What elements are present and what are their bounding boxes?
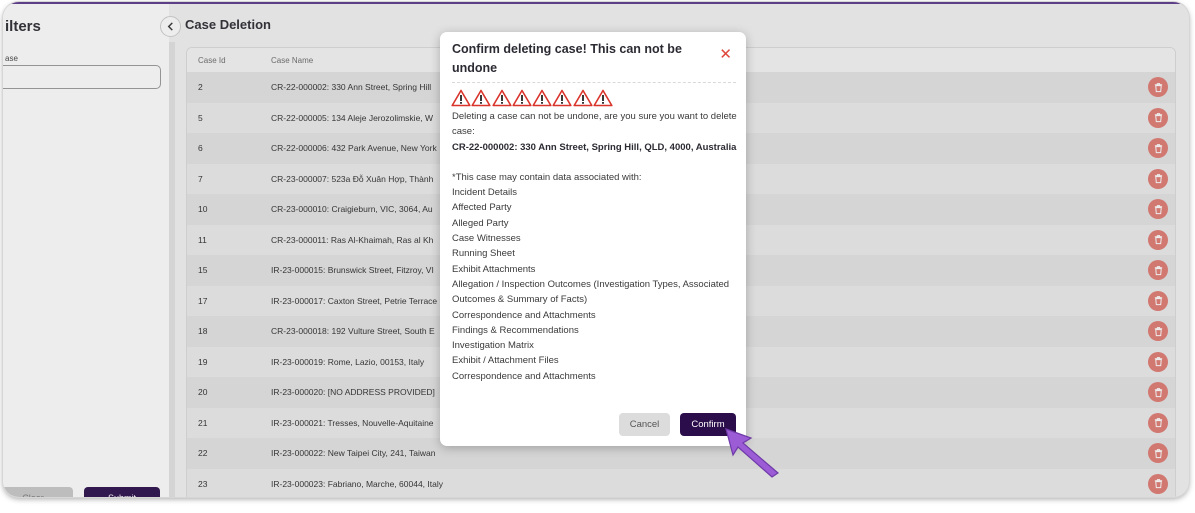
cancel-button[interactable]: Cancel [619, 413, 670, 436]
associated-data-item: Allegation / Inspection Outcomes (Invest… [452, 278, 730, 306]
modal-body: Deleting a case can not be undone, are y… [452, 109, 742, 384]
warning-triangle-icon [512, 89, 532, 107]
associated-data-item: Exhibit / Attachment Files [452, 355, 559, 367]
warning-triangle-icon [573, 89, 593, 107]
warning-triangle-icon [593, 89, 613, 107]
pointer-arrow-icon [723, 426, 781, 483]
warning-triangle-icon [451, 89, 471, 107]
confirm-delete-modal: Confirm deleting case! This can not be u… [440, 32, 746, 446]
associated-data-item: Investigation Matrix [452, 340, 534, 352]
modal-title: Confirm deleting case! This can not be u… [452, 42, 682, 75]
associated-data-item: Correspondence and Attachments [452, 309, 596, 321]
warning-triangle-icon [491, 89, 512, 107]
associated-data-item: Exhibit Attachments [452, 263, 536, 275]
app-window: ilters ase Clear Submit Case Deletion Ca… [3, 2, 1189, 497]
associated-data-item: Incident Details [452, 187, 517, 199]
associated-data-item: Affected Party [452, 202, 512, 214]
associated-data-item: Findings & Recommendations [452, 324, 579, 336]
associated-data-item: Alleged Party [452, 217, 509, 229]
warning-triangle-icon [552, 89, 573, 107]
associated-data-item: Case Witnesses [452, 233, 521, 245]
modal-data-note: *This case may contain data associated w… [452, 171, 642, 183]
modal-intro-text: Deleting a case can not be undone, are y… [452, 111, 737, 138]
warning-triangle-icon [532, 89, 552, 107]
associated-data-item: Running Sheet [452, 248, 515, 260]
modal-spacer [452, 155, 742, 170]
warning-triangle-icon [471, 89, 491, 107]
associated-data-item: Correspondence and Attachments [452, 370, 596, 382]
modal-divider [452, 82, 736, 83]
associated-data-list: Incident Details Affected Party Alleged Pa… [452, 185, 742, 384]
close-icon[interactable]: ✕ [719, 47, 732, 62]
modal-case-name: CR-22-000002: 330 Ann Street, Spring Hil… [452, 141, 737, 153]
warning-icons-row [451, 89, 613, 107]
